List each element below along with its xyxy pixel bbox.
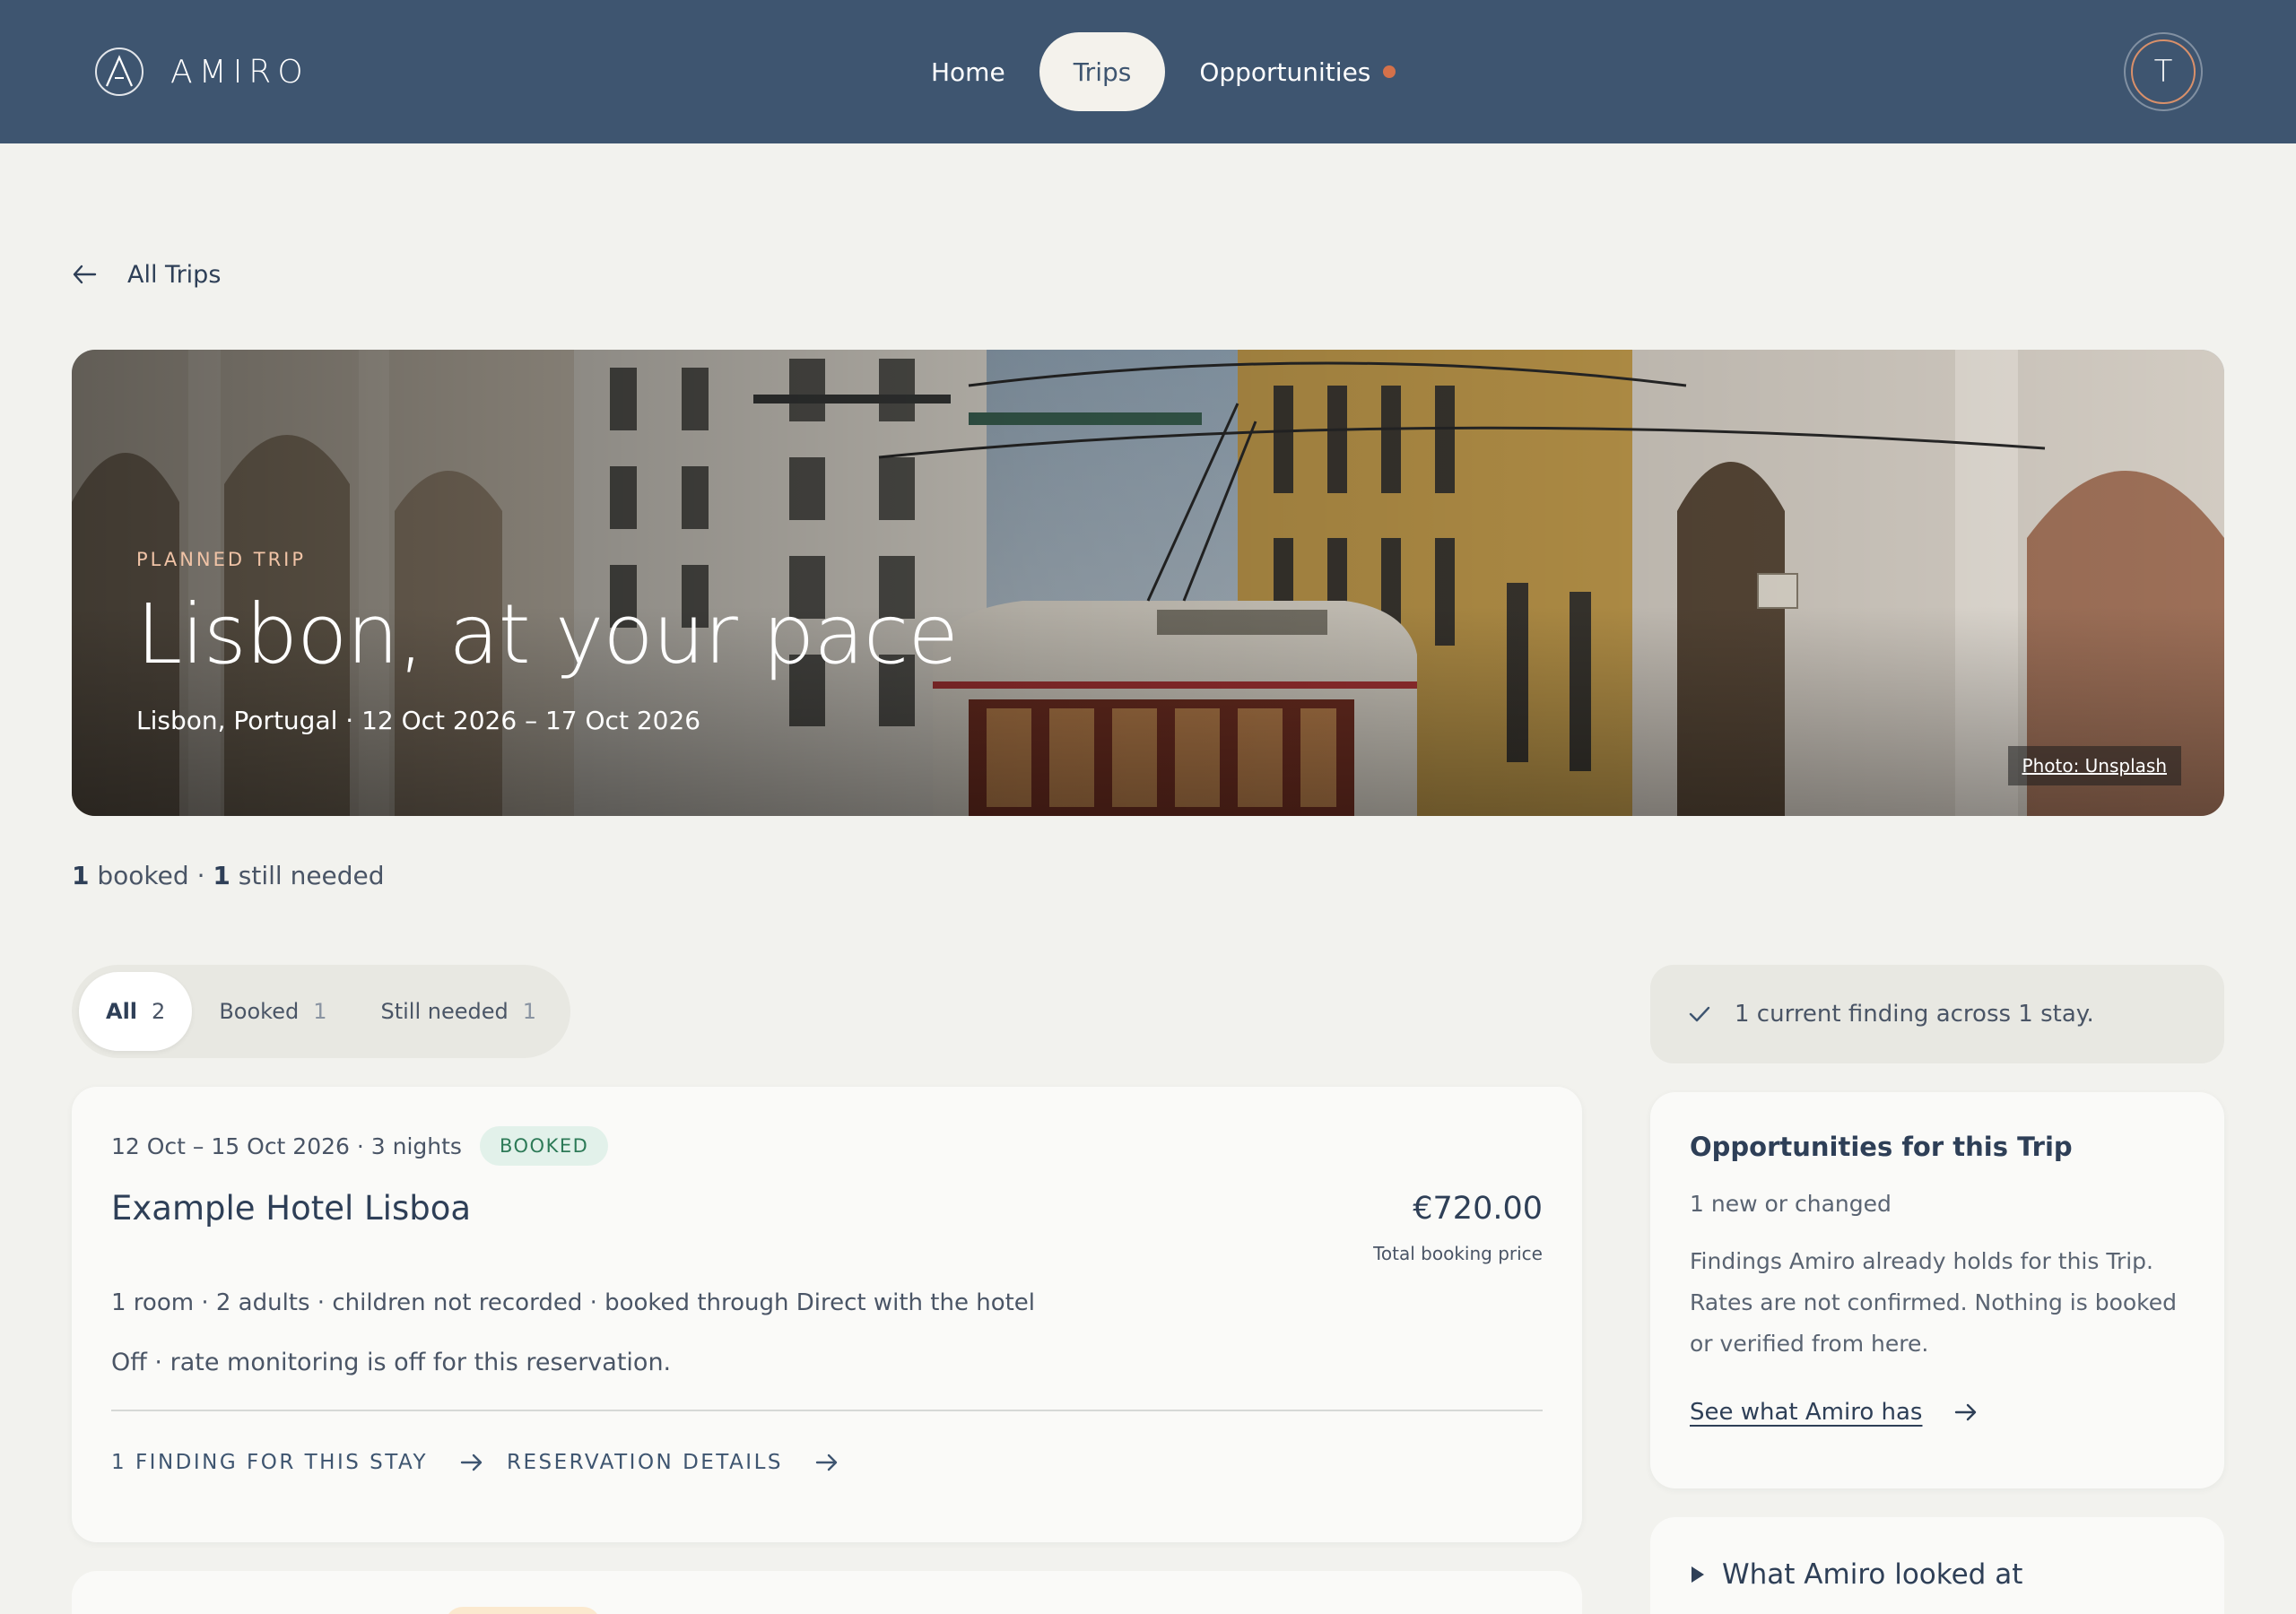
divider <box>111 1410 1543 1411</box>
arrow-right-icon <box>1955 1403 1977 1421</box>
filter-all[interactable]: All 2 <box>79 972 193 1051</box>
findings-link-label: 1 FINDING FOR THIS STAY <box>111 1451 429 1474</box>
booked-label: booked <box>97 861 189 890</box>
nav-trips[interactable]: Trips <box>1039 32 1166 111</box>
current-findings-banner: 1 current finding across 1 stay. <box>1650 965 2224 1063</box>
nav-opportunities-label: Opportunities <box>1199 56 1371 87</box>
still-needed-card <box>72 1571 1582 1614</box>
booking-price-label: Total booking price <box>1373 1243 1543 1264</box>
filter-count: 2 <box>152 999 166 1024</box>
looked-at-toggle[interactable]: What Amiro looked at <box>1690 1558 2022 1591</box>
opportunities-description: Findings Amiro already holds for this Tr… <box>1690 1248 2177 1357</box>
nav-home-label: Home <box>931 56 1005 87</box>
looked-at-label: What Amiro looked at <box>1722 1558 2023 1591</box>
filter-count: 1 <box>313 999 327 1024</box>
trip-hero: PLANNED TRIP Lisbon, at your pace Lisbon… <box>72 350 2224 816</box>
arrow-left-icon <box>73 265 97 284</box>
reservation-link-label: RESERVATION DETAILS <box>507 1451 783 1474</box>
filter-label: Still needed <box>380 999 509 1024</box>
nav-home[interactable]: Home <box>897 32 1039 111</box>
rate-monitoring-status: Off · rate monitoring is off for this re… <box>111 1349 672 1376</box>
opportunities-title: Opportunities for this Trip <box>1690 1132 2073 1162</box>
trip-location-dates: Lisbon, Portugal · 12 Oct 2026 – 17 Oct … <box>136 706 701 735</box>
booking-card: 12 Oct – 15 Oct 2026 · 3 nights BOOKED E… <box>72 1087 1582 1542</box>
findings-summary: 1 current finding across 1 stay. <box>1735 1001 2094 1028</box>
filter-still-needed[interactable]: Still needed 1 <box>353 972 563 1051</box>
page-title: Lisbon, at your pace <box>136 586 959 682</box>
filter-count: 1 <box>522 999 537 1024</box>
top-navigation-bar: AMIRO Home Trips Opportunities T <box>0 0 2296 143</box>
reservation-details-link[interactable]: RESERVATION DETAILS <box>507 1451 839 1474</box>
hero-eyebrow: PLANNED TRIP <box>136 549 307 570</box>
arrow-right-icon <box>815 1453 838 1471</box>
main-nav: Home Trips Opportunities <box>897 32 1430 111</box>
check-icon <box>1689 1006 1710 1022</box>
stay-filter-tabs: All 2 Booked 1 Still needed 1 <box>72 965 570 1058</box>
booking-price: €720.00 <box>1413 1191 1543 1227</box>
avatar: T <box>2131 39 2196 104</box>
hotel-name: Example Hotel Lisboa <box>111 1189 472 1228</box>
status-badge <box>445 1607 601 1614</box>
back-to-all-trips-link[interactable]: All Trips <box>72 256 221 292</box>
what-amiro-looked-at-panel: What Amiro looked at <box>1650 1517 2224 1614</box>
filter-booked[interactable]: Booked 1 <box>192 972 353 1051</box>
trip-opportunities-panel: Opportunities for this Trip 1 new or cha… <box>1650 1092 2224 1488</box>
needed-count: 1 <box>213 861 230 890</box>
findings-for-stay-link[interactable]: 1 FINDING FOR THIS STAY <box>111 1451 483 1474</box>
brand[interactable]: AMIRO <box>95 47 309 97</box>
back-link-label: All Trips <box>127 260 222 289</box>
nav-opportunities[interactable]: Opportunities <box>1165 32 1430 111</box>
nav-trips-label: Trips <box>1073 56 1132 87</box>
opportunities-subtitle: 1 new or changed <box>1690 1191 1892 1217</box>
disclosure-triangle-icon <box>1692 1566 1704 1583</box>
notification-dot-icon <box>1383 65 1396 78</box>
opportunities-link-label: See what Amiro has <box>1690 1399 1923 1426</box>
booking-actions: 1 FINDING FOR THIS STAY RESERVATION DETA… <box>111 1451 862 1474</box>
filter-label: Booked <box>219 999 300 1024</box>
booking-details: 1 room · 2 adults · children not recorde… <box>111 1289 1036 1316</box>
brand-name: AMIRO <box>170 53 309 91</box>
see-what-amiro-has-link[interactable]: See what Amiro has <box>1690 1399 1978 1426</box>
summary-separator: · <box>196 861 205 890</box>
filter-label: All <box>106 999 138 1024</box>
trip-summary: 1 booked · 1 still needed <box>72 861 385 890</box>
booking-meta: 12 Oct – 15 Oct 2026 · 3 nights BOOKED <box>111 1126 609 1166</box>
hero-text: PLANNED TRIP Lisbon, at your pace Lisbon… <box>136 549 959 735</box>
arrow-right-icon <box>460 1453 483 1471</box>
needed-label: still needed <box>238 861 385 890</box>
booking-dates: 12 Oct – 15 Oct 2026 · 3 nights <box>111 1132 462 1159</box>
status-badge: BOOKED <box>479 1126 609 1166</box>
booked-count: 1 <box>72 861 90 890</box>
amiro-logo-icon <box>95 48 144 96</box>
user-menu-button[interactable]: T <box>2124 32 2203 111</box>
photo-credit-link[interactable]: Photo: Unsplash <box>2007 746 2181 785</box>
